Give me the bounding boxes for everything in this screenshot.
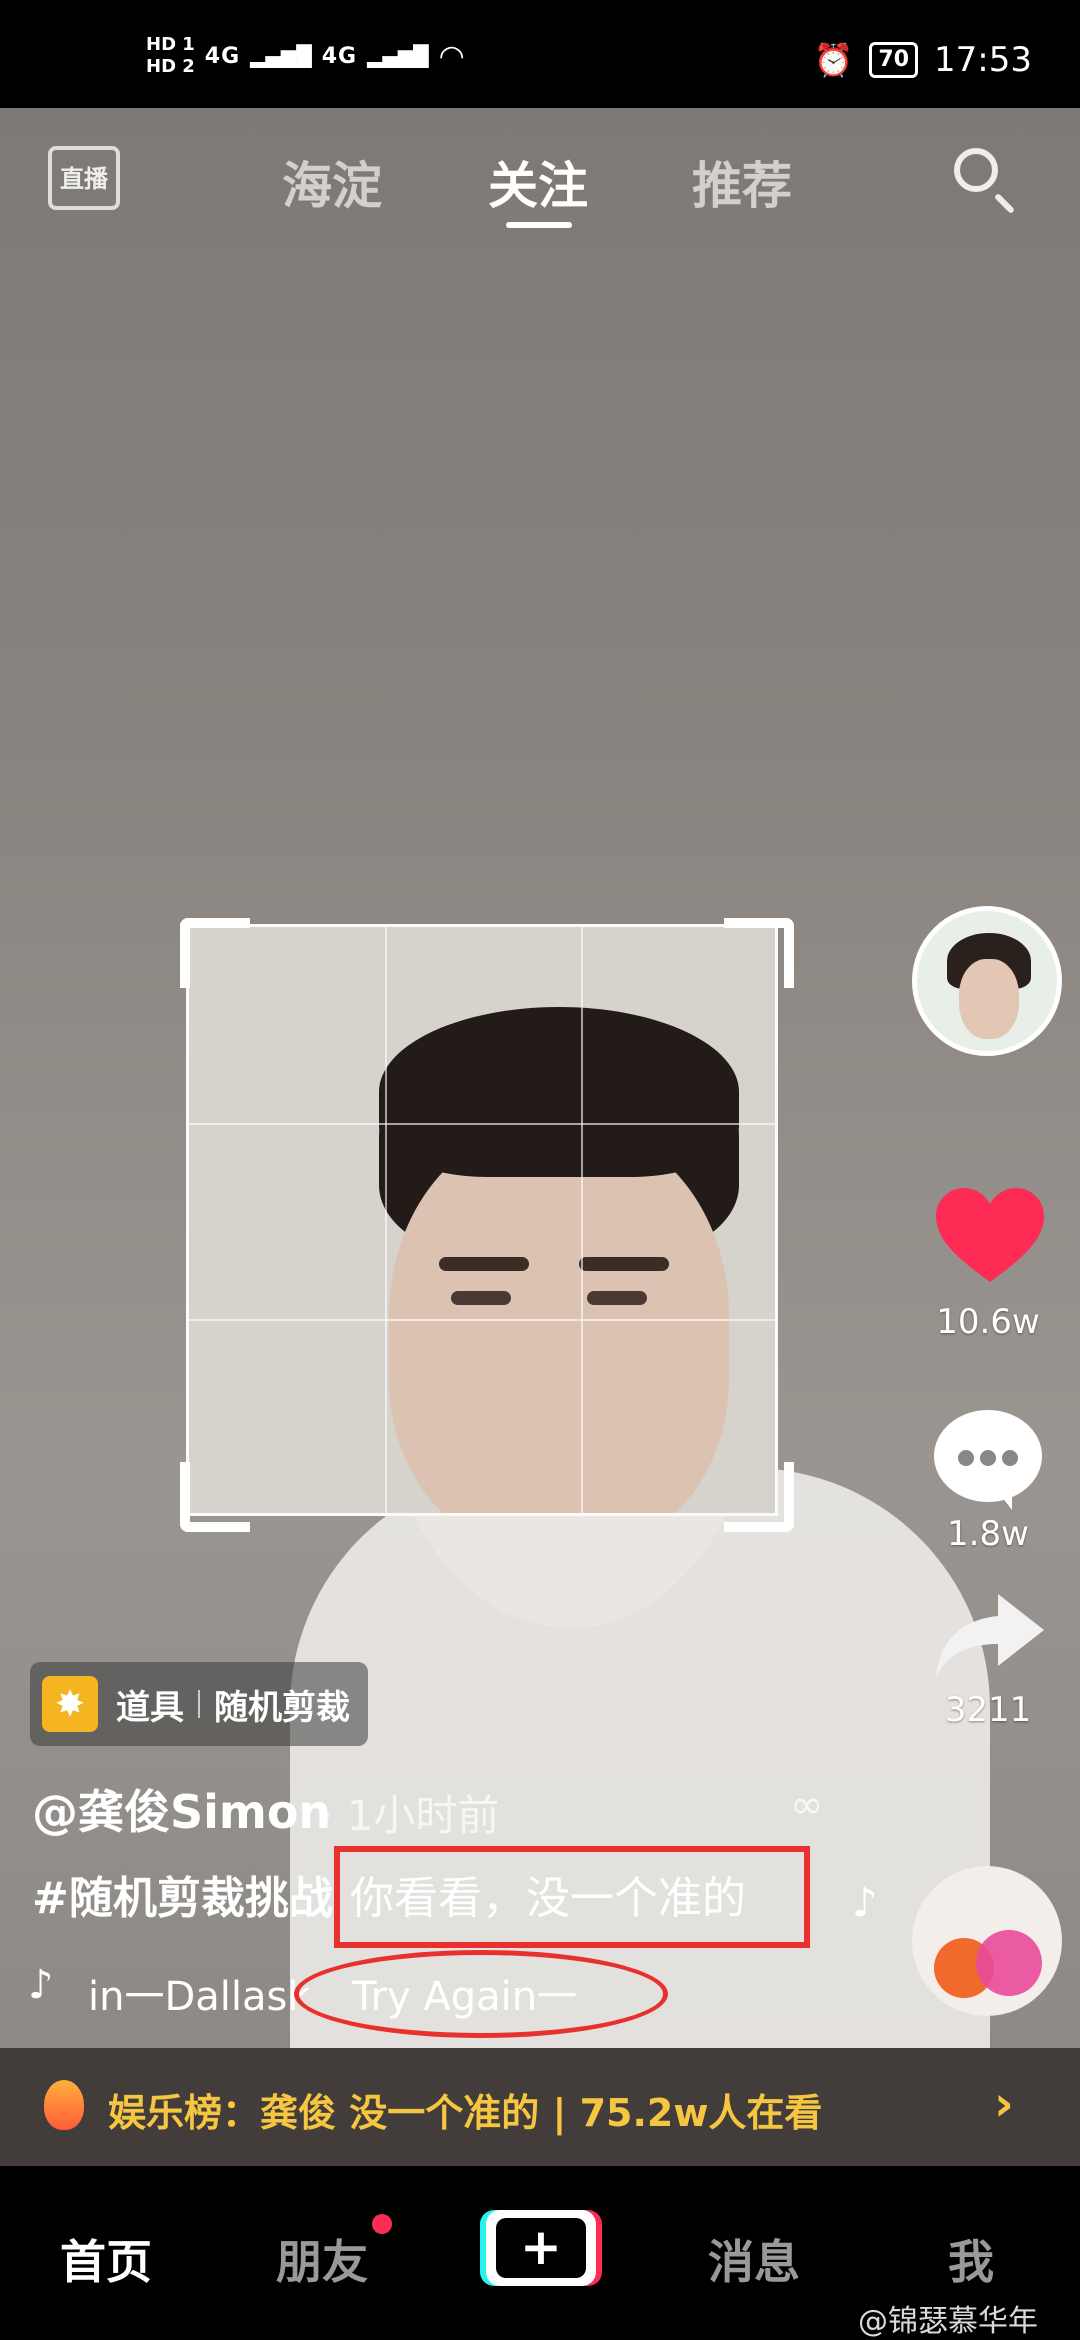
prop-label: 道具 <box>116 1687 184 1728</box>
song-artist[interactable]: in一Dallask <box>88 1964 311 2022</box>
tab-haidian[interactable]: 海淀 <box>282 146 382 218</box>
annotation-red-box <box>334 1846 810 1948</box>
crop-corner-handle[interactable] <box>724 918 794 988</box>
avatar-face-shape <box>959 959 1019 1039</box>
crop-grid-line <box>581 927 583 1513</box>
crop-hair-top-shape <box>379 1007 739 1177</box>
search-icon[interactable] <box>954 148 998 192</box>
like-count: 10.6w <box>936 1302 1040 1342</box>
comment-dot <box>958 1450 974 1466</box>
clock: 17:53 <box>934 40 1032 80</box>
prop-separator <box>198 1690 200 1718</box>
share-count: 3211 <box>944 1690 1032 1730</box>
author-name-link[interactable]: @龚俊Simon <box>32 1776 331 1842</box>
live-tv-icon[interactable]: 直播 <box>48 146 120 210</box>
status-right: ⏰ 70 17:53 <box>814 40 1032 80</box>
crop-grid-line <box>189 1319 775 1321</box>
tab-following[interactable]: 关注 <box>488 146 588 218</box>
tab-home[interactable]: 首页 <box>60 2226 152 2292</box>
comment-dot <box>1002 1450 1018 1466</box>
crop-brow-shape <box>579 1257 669 1271</box>
like-heart-icon[interactable] <box>934 1186 1046 1286</box>
comment-count: 1.8w <box>947 1514 1029 1554</box>
weibo-watermark: @锦瑟慕华年 <box>858 2304 1038 2339</box>
crop-face-shape <box>389 1127 729 1513</box>
crop-corner-handle[interactable] <box>180 1462 250 1532</box>
share-arrow-icon[interactable] <box>934 1590 1046 1680</box>
plus-icon: + <box>496 2218 586 2278</box>
author-avatar[interactable] <box>912 906 1062 1056</box>
comment-dot <box>980 1450 996 1466</box>
music-note-icon: ♪ <box>28 1962 54 2008</box>
comment-tail-shape <box>992 1484 1012 1510</box>
crop-eye-shape <box>587 1291 647 1305</box>
flame-icon <box>44 2080 84 2130</box>
effect-prop-tag[interactable]: ✸ 道具 随机剪裁 <box>30 1662 368 1746</box>
related-link-icon[interactable]: ∞ <box>790 1782 823 1828</box>
comment-bubble-icon[interactable] <box>934 1410 1042 1510</box>
post-time: · 1小时前 <box>320 1791 500 1840</box>
notification-dot <box>372 2214 392 2234</box>
crop-frame <box>186 924 778 1516</box>
tab-me[interactable]: 我 <box>948 2226 994 2292</box>
annotation-red-ellipse <box>294 1950 668 2038</box>
music-disc[interactable] <box>912 1866 1062 2016</box>
disc-pink-shape <box>976 1930 1042 1996</box>
crop-grid-line <box>385 927 387 1513</box>
signal-bars-icon: ▂▄▆█ <box>250 44 312 68</box>
sim1-label: HD 1 <box>146 34 195 55</box>
alarm-icon: ⏰ <box>813 41 854 79</box>
network-2-label: 4G <box>321 43 358 69</box>
battery-indicator: 70 <box>869 42 919 78</box>
music-note-icon: ♪ <box>852 1880 878 1926</box>
crop-brow-shape <box>439 1257 529 1271</box>
signal-bars-icon: ▂▄▆█ <box>367 44 429 68</box>
crop-corner-handle[interactable] <box>180 918 250 988</box>
active-tab-indicator <box>506 222 572 228</box>
prop-name: 随机剪裁 <box>214 1687 350 1728</box>
tab-messages[interactable]: 消息 <box>708 2226 800 2292</box>
network-1-label: 4G <box>204 43 241 69</box>
status-bar: HD 1 HD 2 4G ▂▄▆█ 4G ▂▄▆█ ◠ ⏰ 70 17:53 <box>0 0 1080 108</box>
tab-recommend[interactable]: 推荐 <box>692 146 792 218</box>
trending-text[interactable]: 娱乐榜：龚俊 没一个准的 | 75.2w人在看 <box>108 2082 822 2137</box>
crop-eye-shape <box>451 1291 511 1305</box>
sim-indicators: HD 1 HD 2 <box>146 34 195 78</box>
create-button[interactable]: + <box>480 2210 602 2286</box>
crop-grid-line <box>189 1123 775 1125</box>
signal-group: HD 1 HD 2 4G ▂▄▆█ 4G ▂▄▆█ ◠ <box>146 34 465 78</box>
magic-wand-icon: ✸ <box>42 1676 98 1732</box>
sim2-label: HD 2 <box>146 56 195 77</box>
tab-friends[interactable]: 朋友 <box>276 2226 368 2292</box>
chevron-right-icon[interactable]: › <box>994 2076 1014 2132</box>
crop-corner-handle[interactable] <box>724 1462 794 1532</box>
wifi-icon: ◠ <box>438 38 465 74</box>
hashtag-link[interactable]: #随机剪裁挑战 <box>32 1862 333 1926</box>
